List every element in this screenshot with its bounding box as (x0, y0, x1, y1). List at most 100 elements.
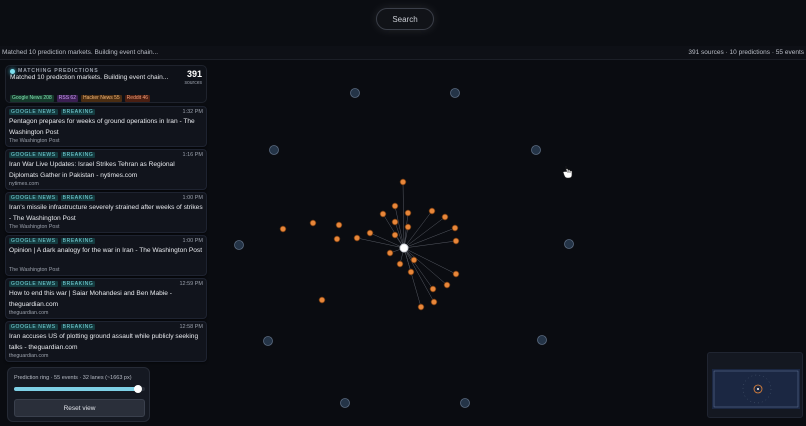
prediction-node (263, 336, 273, 346)
source-tag: GOOGLE NEWS (9, 238, 58, 244)
event-node (333, 235, 341, 243)
event-node (410, 256, 418, 264)
edge (403, 247, 434, 290)
news-time: 1:32 PM (182, 109, 203, 115)
news-card[interactable]: GOOGLE NEWS BREAKING 12:58 PM Iran accuse… (5, 321, 207, 362)
center-node (399, 243, 409, 253)
news-publisher: The Washington Post (9, 267, 60, 273)
news-time: 12:59 PM (179, 281, 203, 287)
breaking-badge: BREAKING (60, 238, 96, 244)
event-node (417, 303, 425, 311)
breaking-badge: BREAKING (60, 324, 96, 330)
news-time: 12:58 PM (179, 324, 203, 330)
news-card[interactable]: GOOGLE NEWS BREAKING 1:00 PM Opinion | A … (5, 235, 207, 276)
minimap-center (757, 388, 759, 390)
event-node (443, 281, 451, 289)
news-card[interactable]: GOOGLE NEWS BREAKING 1:32 PM Pentagon pre… (5, 106, 207, 147)
news-card[interactable]: GOOGLE NEWS BREAKING 1:16 PM Iran War Liv… (5, 149, 207, 190)
news-headline[interactable]: Iran accuses US of plotting ground assau… (9, 332, 203, 353)
edge (402, 181, 405, 249)
event-node (391, 231, 399, 239)
prediction-node (350, 88, 360, 98)
event-node (429, 285, 437, 293)
source-tag: GOOGLE NEWS (9, 324, 58, 330)
event-node (441, 213, 449, 221)
minimap-viewport[interactable] (712, 369, 800, 409)
event-node (379, 210, 387, 218)
event-node (452, 270, 460, 278)
breaking-badge: BREAKING (60, 195, 96, 201)
news-card[interactable]: GOOGLE NEWS BREAKING 1:00 PM Iran's missi… (5, 192, 207, 233)
event-node (396, 260, 404, 268)
slider-fill (14, 387, 139, 391)
news-headline[interactable]: Opinion | A dark analogy for the war in … (9, 246, 203, 257)
chip-reddit[interactable]: Reddit 46 (124, 95, 151, 102)
event-node (318, 296, 326, 304)
chip-hacker-news[interactable]: Hacker News 55 (80, 95, 122, 102)
prediction-node (269, 145, 279, 155)
source-count-label: sources (184, 80, 202, 86)
top-bar: Search (0, 0, 806, 44)
event-node (452, 237, 460, 245)
event-node (366, 229, 374, 237)
chip-rss[interactable]: RSS 62 (56, 95, 78, 102)
event-node (386, 249, 394, 257)
news-time: 1:00 PM (182, 195, 203, 201)
news-headline[interactable]: Pentagon prepares for weeks of ground op… (9, 117, 203, 138)
edge (403, 247, 435, 303)
news-card[interactable]: GOOGLE NEWS BREAKING 12:59 PM How to end … (5, 278, 207, 319)
status-dot-icon (10, 68, 15, 74)
prediction-node (537, 335, 547, 345)
prediction-node (531, 145, 541, 155)
event-node (407, 268, 415, 276)
event-node (335, 221, 343, 229)
news-time: 1:00 PM (182, 238, 203, 244)
prediction-node (340, 398, 350, 408)
source-count: 391 (186, 69, 202, 79)
minimap[interactable] (707, 352, 803, 418)
news-time: 1:16 PM (182, 152, 203, 158)
news-headline[interactable]: Iran War Live Updates: Israel Strikes Te… (9, 160, 203, 181)
summary-text: Matched 10 prediction markets. Building … (10, 74, 169, 81)
source-tag: GOOGLE NEWS (9, 281, 58, 287)
news-publisher: The Washington Post (9, 138, 60, 144)
event-node (428, 207, 436, 215)
event-node (279, 225, 287, 233)
event-node (353, 234, 361, 242)
event-node (451, 224, 459, 232)
prediction-node (450, 88, 460, 98)
ring-info-label: Prediction ring · 55 events · 32 lanes (… (14, 375, 132, 381)
news-publisher: The Washington Post (9, 224, 60, 230)
prediction-node (460, 398, 470, 408)
status-counts: 391 sources · 10 predictions · 55 events (688, 49, 804, 56)
event-node (404, 209, 412, 217)
pointer-cursor-icon (562, 166, 573, 179)
event-node (309, 219, 317, 227)
status-message: Matched 10 prediction markets. Building … (2, 49, 159, 56)
news-publisher: theguardian.com (9, 353, 49, 359)
search-button[interactable]: Search (376, 8, 434, 30)
event-node (404, 223, 412, 231)
source-tag: GOOGLE NEWS (9, 109, 58, 115)
news-publisher: theguardian.com (9, 310, 49, 316)
source-chips: Google News 208 RSS 62 Hacker News 55 Re… (10, 95, 151, 102)
ring-size-slider[interactable] (14, 385, 145, 393)
breaking-badge: BREAKING (60, 152, 96, 158)
prediction-node (234, 240, 244, 250)
ring-controls-panel: Prediction ring · 55 events · 32 lanes (… (7, 367, 150, 422)
event-node (399, 178, 407, 186)
event-node (391, 218, 399, 226)
reset-view-button[interactable]: Reset view (14, 399, 145, 417)
event-node (391, 202, 399, 210)
source-tag: GOOGLE NEWS (9, 152, 58, 158)
source-tag: GOOGLE NEWS (9, 195, 58, 201)
news-headline[interactable]: Iran's missile infrastructure severely s… (9, 203, 203, 224)
minimap-frame (713, 370, 799, 408)
news-publisher: nytimes.com (9, 181, 39, 187)
status-bar: Matched 10 prediction markets. Building … (0, 46, 806, 60)
event-node (430, 298, 438, 306)
edge (356, 237, 405, 249)
slider-knob[interactable] (134, 385, 143, 393)
chip-google-news[interactable]: Google News 208 (10, 95, 54, 102)
news-headline[interactable]: How to end this war | Saiar Mohandesi an… (9, 289, 203, 310)
